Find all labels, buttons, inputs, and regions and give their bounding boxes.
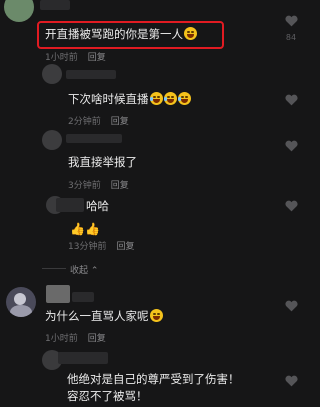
reply-button[interactable]: 回复 (111, 181, 129, 191)
like-count: 84 (285, 33, 297, 42)
comment-text: 哈哈 (86, 199, 109, 213)
comment-text: 开直播被骂跑的你是第一人 (45, 27, 197, 41)
avatar[interactable] (42, 130, 62, 150)
thumbs-up-icon: 👍 (84, 222, 100, 236)
comment-text: 我直接举报了 (68, 155, 137, 169)
blurred-username (66, 70, 116, 79)
avatar[interactable] (6, 287, 36, 317)
avatar[interactable] (4, 0, 34, 22)
blurred-username (72, 292, 94, 302)
thumbs-up-emojis: 👍👍 (70, 218, 100, 237)
blurred-username (56, 198, 84, 212)
comment-meta: 1小时前 回复 (45, 331, 106, 344)
comment-text: 容忍不了被骂！ (67, 389, 148, 403)
like-heart-icon[interactable] (285, 300, 298, 312)
like-heart-icon[interactable] (285, 94, 298, 106)
blurred-username (58, 352, 108, 364)
chevron-up-icon: ⌃ (90, 266, 99, 276)
like-heart-icon[interactable] (285, 200, 298, 212)
sleepy-face-icon (184, 27, 197, 40)
comment-time: 3分钟前 (68, 181, 101, 191)
comment-time: 1小时前 (45, 334, 78, 344)
reply-button[interactable]: 回复 (116, 242, 134, 252)
comment-time: 1小时前 (45, 53, 78, 63)
blurred-username (40, 0, 70, 10)
comment-time: 2分钟前 (68, 117, 101, 127)
avatar[interactable] (42, 64, 62, 84)
comment-text: 为什么一直骂人家呢 (45, 309, 163, 323)
comment-meta: 2分钟前 回复 (68, 114, 129, 127)
comment-time: 13分钟前 (68, 242, 107, 252)
reply-button[interactable]: 回复 (111, 117, 129, 127)
blurred-username (66, 134, 122, 143)
collapse-label: 收起 (70, 266, 89, 276)
like-heart-icon[interactable] (285, 15, 298, 27)
collapse-divider (42, 268, 66, 269)
collapse-button[interactable]: 收起 ⌃ (70, 263, 98, 276)
thumbs-up-icon: 👍 (70, 222, 85, 236)
laughing-face-icon (163, 92, 177, 105)
like-heart-icon[interactable] (285, 140, 298, 152)
laughing-face-icon (149, 92, 163, 105)
comment-text: 下次啥时候直播 (68, 92, 191, 106)
comment-meta: 3分钟前 回复 (68, 178, 129, 191)
comment-meta: 13分钟前 回复 (68, 239, 134, 252)
comment-meta: 1小时前 回复 (45, 50, 106, 63)
like-heart-icon[interactable] (285, 375, 298, 387)
blurred-username (46, 285, 70, 303)
reply-button[interactable]: 回复 (88, 53, 106, 63)
comment-text: 他绝对是自己的尊严受到了伤害！ (67, 372, 240, 386)
sleepy-face-icon (149, 309, 163, 322)
reply-button[interactable]: 回复 (88, 334, 106, 344)
laughing-face-icon (177, 92, 191, 105)
